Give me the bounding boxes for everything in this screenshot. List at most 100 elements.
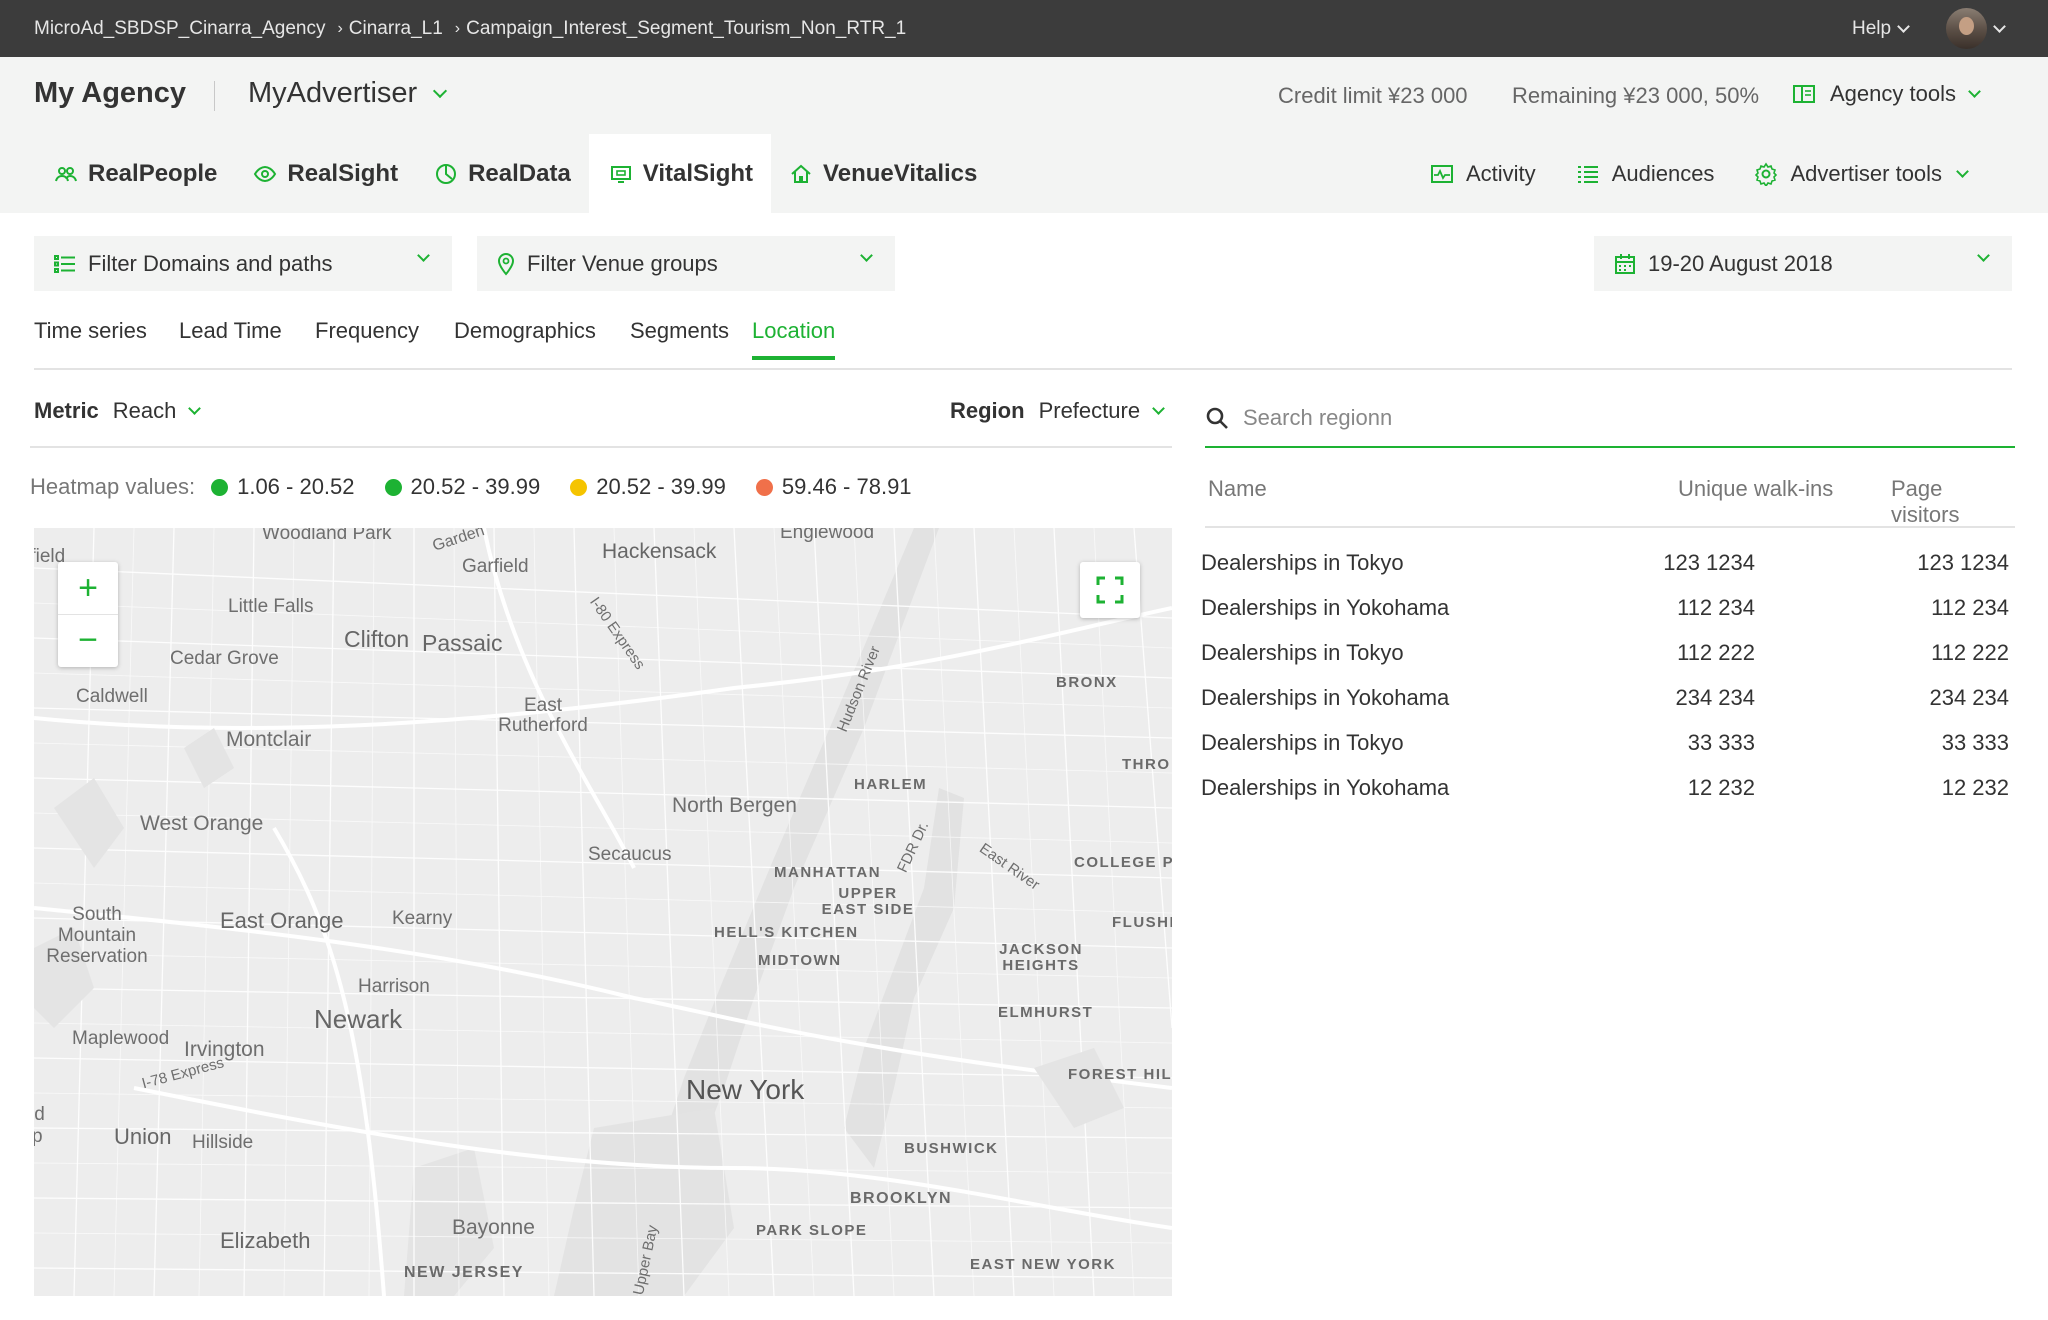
table-row[interactable]: Dealerships in Tokyo 123 1234 123 1234 — [1201, 542, 2015, 587]
zoom-out-button[interactable]: − — [58, 614, 118, 666]
location-map[interactable]: Woodland Park Garden Garfield Hackensack… — [34, 528, 1172, 1296]
zoom-in-button[interactable]: + — [58, 562, 118, 614]
eye-icon — [254, 165, 277, 182]
breadcrumb-account[interactable]: Cinarra_L1 — [349, 18, 443, 40]
tab-label: RealSight — [287, 159, 399, 187]
cell-walkins: 123 1234 — [1663, 550, 1755, 575]
remaining-credit: Remaining ¥23 000, 50% — [1512, 83, 1760, 108]
column-page-visitors[interactable]: Page visitors — [1891, 476, 2015, 528]
table-row[interactable]: Dealerships in Tokyo 112 222 112 222 — [1201, 632, 2015, 677]
agency-tools-menu[interactable]: Agency tools — [1792, 81, 1981, 107]
map-label: MIDTOWN — [758, 952, 842, 969]
chevron-down-icon — [1897, 19, 1910, 33]
map-label: Secaucus — [588, 844, 672, 865]
filter-venues-select[interactable]: Filter Venue groups — [477, 236, 895, 291]
agency-tools-label: Agency tools — [1830, 81, 1956, 106]
cell-name: Dealerships in Yokohama — [1201, 685, 1450, 710]
tab-realsight[interactable]: RealSight — [235, 134, 416, 213]
legend-item: 1.06 - 20.52 — [211, 474, 355, 500]
tab-vitalsight[interactable]: VitalSight — [588, 134, 772, 213]
map-label: Hackensack — [602, 540, 717, 563]
advertiser-tools-menu[interactable]: Advertiser tools — [1754, 161, 1969, 187]
search-input[interactable]: Search regionn — [1243, 405, 1392, 431]
tab-venuevitalics[interactable]: VenueVitalics — [771, 134, 995, 213]
legend-range: 1.06 - 20.52 — [237, 474, 355, 499]
breadcrumb-agency[interactable]: MicroAd_SBDSP_Cinarra_Agency — [34, 18, 325, 40]
tab-lead-time[interactable]: Lead Time — [179, 318, 282, 358]
map-base — [34, 528, 1172, 1296]
tab-frequency[interactable]: Frequency — [315, 318, 419, 358]
map-label: p — [34, 1126, 43, 1147]
table-row[interactable]: Dealerships in Yokohama 12 232 12 232 — [1201, 767, 2015, 812]
home-icon — [791, 164, 811, 183]
metric-selector[interactable]: Metric Reach — [34, 398, 202, 424]
map-label: FLUSHI — [1112, 914, 1172, 931]
map-label: Caldwell — [76, 686, 148, 707]
table-row[interactable]: Dealerships in Tokyo 33 333 33 333 — [1201, 722, 2015, 767]
monitor-icon — [610, 165, 631, 183]
region-search[interactable]: Search regionn — [1205, 390, 2015, 448]
tab-segments[interactable]: Segments — [630, 318, 729, 358]
activity-label: Activity — [1466, 160, 1536, 186]
map-label: West Orange — [140, 812, 264, 835]
date-range-select[interactable]: 19-20 August 2018 — [1594, 236, 2012, 291]
agency-name[interactable]: My Agency — [34, 77, 186, 110]
tab-time-series[interactable]: Time series — [34, 318, 147, 358]
map-label: ld — [34, 1104, 45, 1125]
chevron-down-icon — [188, 402, 202, 415]
breadcrumb: MicroAd_SBDSP_Cinarra_Agency › Cinarra_L… — [34, 0, 906, 57]
cell-visitors: 33 333 — [1941, 730, 2009, 755]
legend-item: 20.52 - 39.99 — [570, 474, 726, 500]
audiences-link[interactable]: Audiences — [1576, 160, 1715, 187]
tools-nav: Activity Audiences Advertiser tools — [1430, 134, 1969, 213]
chevron-down-icon — [1152, 402, 1165, 415]
divider — [214, 81, 215, 111]
map-label: HELL'S KITCHEN — [714, 924, 859, 941]
column-name[interactable]: Name — [1208, 476, 1267, 502]
table-row[interactable]: Dealerships in Yokohama 234 234 234 234 — [1201, 677, 2015, 722]
cell-walkins: 12 232 — [1687, 775, 1755, 800]
people-icon — [55, 166, 77, 181]
legend-range: 59.46 - 78.91 — [781, 474, 912, 499]
filter-venues-label: Filter Venue groups — [527, 250, 718, 276]
map-label: East Orange — [220, 908, 344, 933]
cell-walkins: 234 234 — [1675, 685, 1755, 710]
fullscreen-icon — [1096, 576, 1124, 604]
advertiser-selector[interactable]: MyAdvertiser — [248, 77, 448, 110]
chevron-down-icon — [1968, 85, 1981, 98]
audiences-label: Audiences — [1611, 160, 1715, 186]
tab-location[interactable]: Location — [752, 318, 836, 360]
legend-dot — [211, 478, 229, 496]
calendar-icon — [1615, 253, 1635, 274]
tab-label: VenueVitalics — [823, 159, 978, 187]
tab-realpeople[interactable]: RealPeople — [34, 134, 235, 213]
table-row[interactable]: Dealerships in Yokohama 112 234 112 234 — [1201, 587, 2015, 632]
avatar[interactable] — [1946, 8, 1987, 49]
breadcrumb-campaign[interactable]: Campaign_Interest_Segment_Tourism_Non_RT… — [466, 18, 906, 40]
metric-label: Metric — [34, 398, 99, 423]
cell-name: Dealerships in Tokyo — [1201, 730, 1404, 755]
user-menu[interactable] — [1946, 8, 2006, 49]
region-selector[interactable]: Region Prefecture — [950, 398, 1165, 424]
cell-walkins: 112 234 — [1677, 595, 1755, 620]
top-bar: MicroAd_SBDSP_Cinarra_Agency › Cinarra_L… — [0, 0, 2048, 57]
fullscreen-button[interactable] — [1080, 562, 1140, 618]
column-unique-walk-ins[interactable]: Unique walk-ins — [1678, 476, 1833, 502]
legend-range: 20.52 - 39.99 — [410, 474, 541, 499]
cell-visitors: 234 234 — [1929, 685, 2009, 710]
legend-item: 59.46 - 78.91 — [755, 474, 912, 500]
help-menu[interactable]: Help — [1852, 0, 1910, 57]
tab-demographics[interactable]: Demographics — [454, 318, 596, 358]
map-label: BUSHWICK — [904, 1140, 999, 1157]
credit-limit: Credit limit ¥23 000 — [1278, 83, 1468, 108]
tab-realdata[interactable]: RealData — [416, 134, 589, 213]
map-label: Englewood — [780, 528, 875, 543]
map-label: Passaic — [422, 630, 503, 656]
list-filter-icon — [54, 254, 75, 273]
advertiser-name: MyAdvertiser — [248, 77, 418, 109]
cell-name: Dealerships in Yokohama — [1201, 595, 1450, 620]
activity-link[interactable]: Activity — [1430, 161, 1536, 187]
chevron-right-icon: › — [337, 19, 343, 37]
map-label: Union — [114, 1124, 172, 1149]
filter-domains-select[interactable]: Filter Domains and paths — [34, 236, 452, 291]
